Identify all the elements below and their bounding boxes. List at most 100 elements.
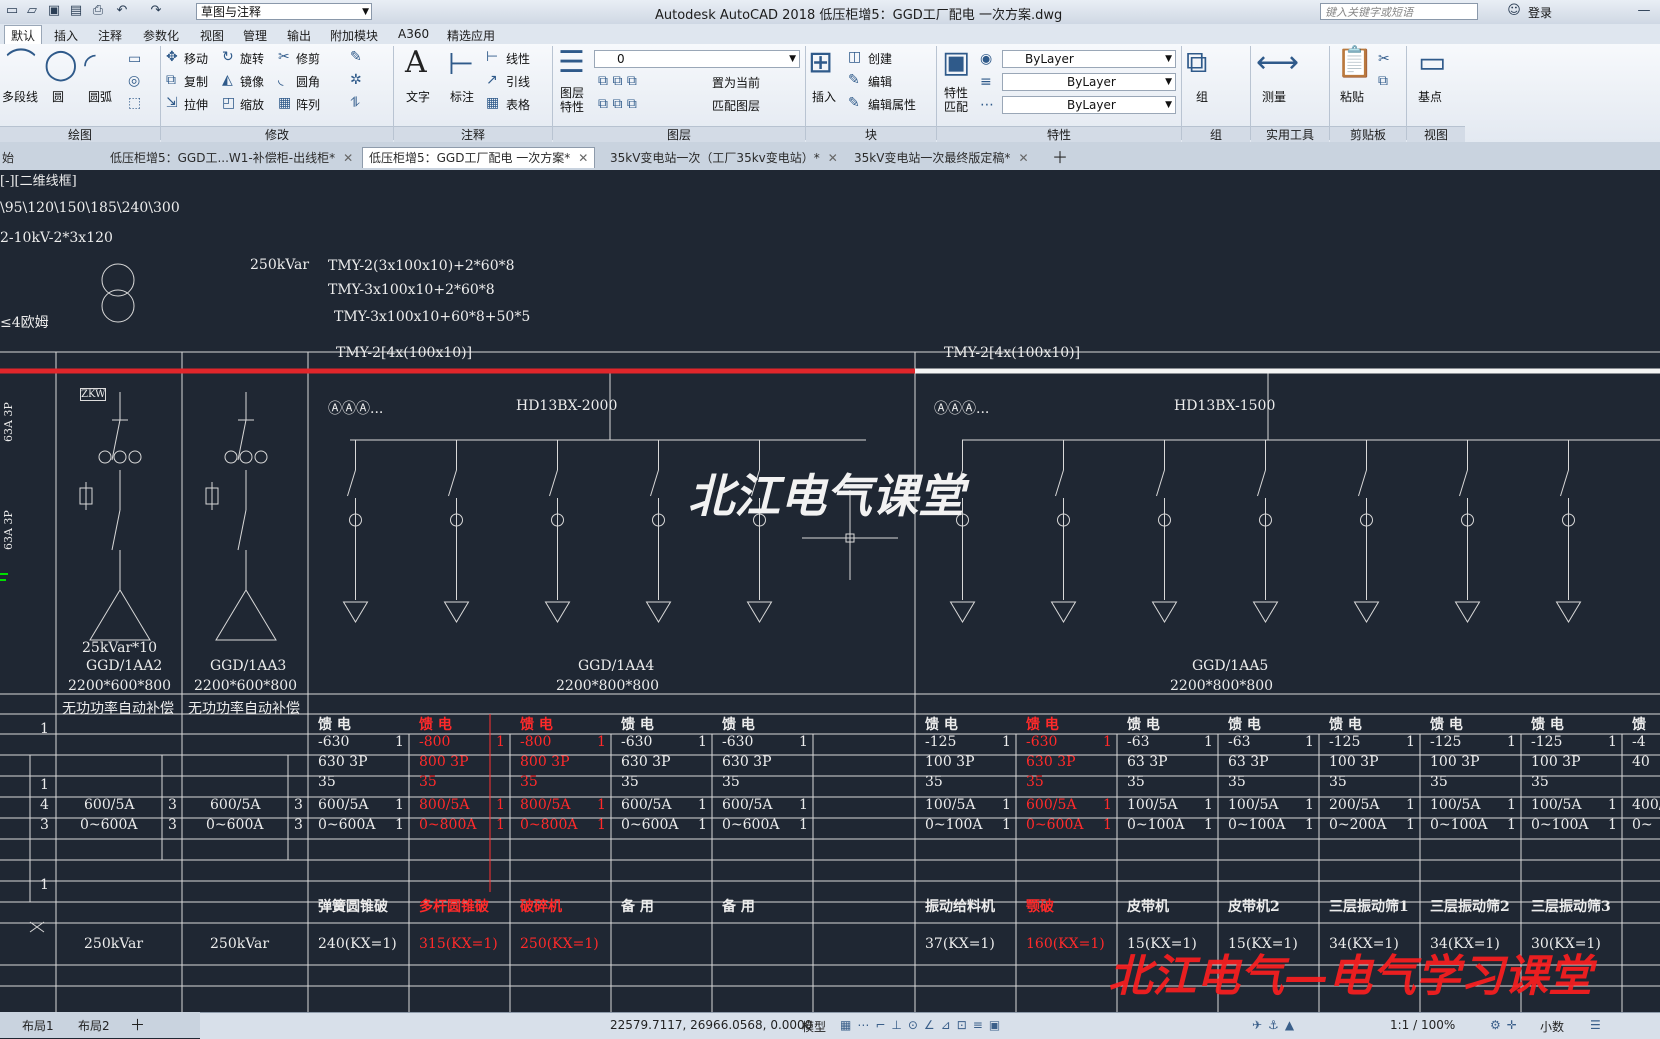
tab-manage[interactable]: 管理	[243, 27, 267, 44]
group-icon[interactable]: ⧉	[1186, 48, 1207, 78]
tab-addins[interactable]: 附加模块	[330, 27, 378, 44]
drafting-toggles-icon[interactable]: ▦⋯⌐⊥⊙∠⊿⊡≡▣	[840, 1018, 1006, 1032]
new-tab-button[interactable]: ＋	[1046, 148, 1074, 168]
panel-view[interactable]: 视图	[1407, 126, 1465, 143]
paste-button[interactable]: 粘贴	[1340, 88, 1364, 105]
tab-view[interactable]: 视图	[200, 27, 224, 44]
scale-select[interactable]: 1:1 / 100%	[1390, 1018, 1455, 1032]
layer-tools-icon[interactable]: ⧉ ⧉ ⧉	[598, 97, 637, 111]
doc-tab-1[interactable]: 低压柜增5：GGD工...W1-补偿柜-出线柜* ✕	[104, 148, 359, 168]
user-icon[interactable]: ☺	[1506, 3, 1522, 19]
arc-icon[interactable]: ◜	[84, 50, 96, 80]
undo-icon[interactable]: ↶	[114, 3, 130, 19]
panel-modify[interactable]: 修改	[161, 126, 393, 143]
settings-icon[interactable]: ⚙✛	[1490, 1018, 1523, 1032]
panel-annotation[interactable]: 注释	[394, 126, 552, 143]
rectangle-icon[interactable]: ▭	[128, 52, 141, 66]
redo-icon[interactable]: ↷	[148, 3, 164, 19]
layout-tab-2[interactable]: 布局2	[78, 1017, 110, 1034]
polyline-button[interactable]: 多段线	[2, 88, 38, 105]
doc-tab-start[interactable]: 始	[0, 148, 20, 168]
linear-button[interactable]: 线性	[506, 50, 530, 67]
units-select[interactable]: 小数	[1540, 1018, 1564, 1035]
new-file-icon[interactable]: ▭	[4, 3, 20, 19]
model-button[interactable]: 模型	[802, 1018, 826, 1035]
open-file-icon[interactable]: ▱	[24, 3, 40, 19]
layout-tab-1[interactable]: 布局1	[22, 1017, 54, 1034]
layer-properties-icon[interactable]: ☰	[558, 48, 585, 78]
array-button[interactable]: 阵列	[296, 96, 320, 113]
insert-button[interactable]: 插入	[812, 88, 836, 105]
print-icon[interactable]: ⎙	[90, 3, 106, 19]
tab-annotate[interactable]: 注释	[98, 27, 122, 44]
close-icon[interactable]: ✕	[343, 151, 353, 165]
match-properties-button[interactable]: 特性 匹配	[944, 86, 968, 114]
mirror-button[interactable]: 镜像	[240, 73, 264, 90]
text-icon[interactable]: A	[405, 48, 427, 78]
measure-button[interactable]: 测量	[1262, 88, 1286, 105]
layer-tools-icon[interactable]: ⧉ ⧉ ⧉	[598, 74, 637, 88]
copy-button[interactable]: 复制	[184, 73, 208, 90]
close-icon[interactable]: ✕	[828, 151, 838, 165]
copy-clip-icon[interactable]: ⧉	[1378, 74, 1388, 88]
rotate-button[interactable]: 旋转	[240, 50, 264, 67]
tab-featured[interactable]: 精选应用	[447, 27, 495, 44]
stretch-button[interactable]: 拉伸	[184, 96, 208, 113]
doc-tab-4[interactable]: 35kV变电站一次最终版定稿* ✕	[848, 148, 1035, 168]
tab-insert[interactable]: 插入	[54, 27, 78, 44]
panel-groups[interactable]: 组	[1182, 126, 1250, 143]
coordinates-readout[interactable]: 22579.7117, 26966.0568, 0.0000	[610, 1018, 812, 1032]
region-icon[interactable]: ⬚	[128, 96, 141, 110]
save-icon[interactable]: ▣	[46, 3, 62, 19]
erase-icon[interactable]: ✎	[350, 50, 362, 64]
lineweight-select[interactable]: ByLayer ▼	[1002, 73, 1176, 91]
layer-select[interactable]: 0 ▼	[594, 50, 800, 68]
arc-button[interactable]: 圆弧	[88, 88, 112, 105]
base-view-icon[interactable]: ▭	[1418, 48, 1446, 78]
leader-button[interactable]: 引线	[506, 73, 530, 90]
viewport-label[interactable]: [-][二维线框]	[0, 170, 77, 189]
minimize-icon[interactable]: —	[1636, 3, 1652, 19]
save-as-icon[interactable]: ▤	[68, 3, 84, 19]
workspace-select[interactable]: 草图与注释 ▼	[196, 3, 372, 20]
panel-block[interactable]: 块	[806, 126, 936, 143]
offset-icon[interactable]: ⥮	[350, 96, 360, 110]
tab-parametric[interactable]: 参数化	[143, 27, 179, 44]
base-view-button[interactable]: 基点	[1418, 88, 1442, 105]
panel-draw[interactable]: 绘图	[0, 126, 160, 143]
dimension-icon[interactable]: ⊢	[448, 50, 474, 80]
panel-layers[interactable]: 图层	[553, 126, 805, 143]
match-layer-button[interactable]: 匹配图层	[712, 97, 760, 114]
table-button[interactable]: 表格	[506, 96, 530, 113]
edit-block-button[interactable]: 编辑	[868, 73, 892, 90]
trim-button[interactable]: 修剪	[296, 50, 320, 67]
login-button[interactable]: 登录	[1528, 4, 1552, 21]
panel-utilities[interactable]: 实用工具	[1251, 126, 1329, 143]
create-block-button[interactable]: 创建	[868, 50, 892, 67]
circle-icon[interactable]: ◯	[44, 50, 78, 80]
fillet-button[interactable]: 圆角	[296, 73, 320, 90]
explode-icon[interactable]: ✲	[350, 73, 362, 87]
linetype-select[interactable]: ByLayer ▼	[1002, 96, 1176, 114]
dimension-button[interactable]: 标注	[450, 88, 474, 105]
cut-icon[interactable]: ✂	[1378, 52, 1390, 66]
scale-button[interactable]: 缩放	[240, 96, 264, 113]
color-select[interactable]: ByLayer ▼	[1002, 50, 1176, 68]
hatch-icon[interactable]: ◎	[128, 74, 140, 88]
tab-output[interactable]: 输出	[287, 27, 311, 44]
layer-properties-button[interactable]: 图层 特性	[560, 86, 584, 114]
annotation-toggles-icon[interactable]: ✈⚓▲	[1252, 1018, 1300, 1032]
search-input[interactable]: 键入关键字或短语	[1320, 3, 1478, 20]
drawing-canvas[interactable]: [-][二维线框] \95\120\150\185\240\300 2-10kV…	[0, 170, 1660, 1012]
insert-block-icon[interactable]: ⊞	[808, 48, 833, 78]
group-button[interactable]: 组	[1196, 88, 1208, 105]
panel-clipboard[interactable]: 剪贴板	[1330, 126, 1406, 143]
tab-default[interactable]: 默认	[4, 25, 43, 45]
set-current-button[interactable]: 置为当前	[712, 74, 760, 91]
menu-icon[interactable]: ☰	[1590, 1018, 1601, 1032]
panel-properties[interactable]: 特性	[937, 126, 1181, 143]
match-properties-icon[interactable]: ▣	[942, 48, 970, 78]
paste-icon[interactable]: 📋	[1336, 48, 1373, 78]
add-layout-icon[interactable]: ＋	[130, 1014, 145, 1035]
circle-button[interactable]: 圆	[52, 88, 64, 105]
